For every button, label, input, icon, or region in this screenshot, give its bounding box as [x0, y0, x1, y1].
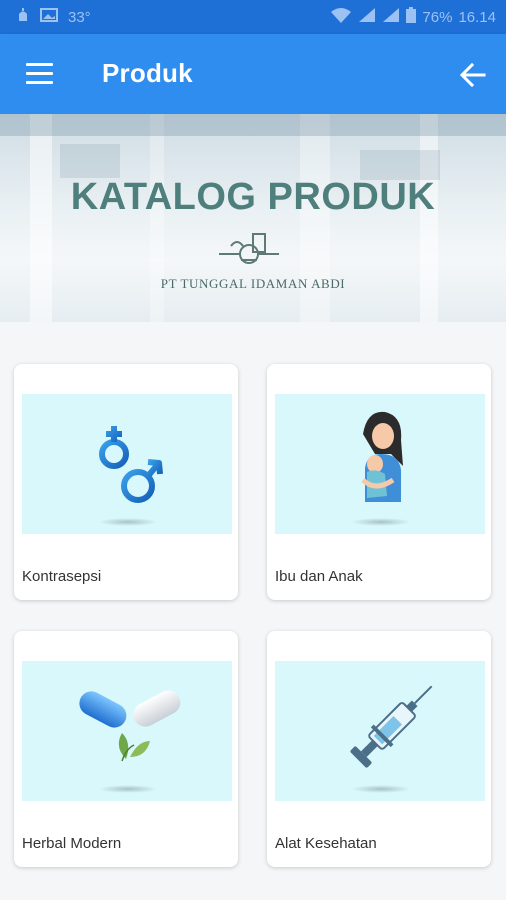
app-bar: Produk — [0, 34, 506, 114]
category-thumbnail — [22, 661, 232, 801]
category-card-ibu-dan-anak[interactable]: Ibu dan Anak — [267, 364, 491, 600]
clock: 16.14 — [458, 8, 496, 26]
temperature-text: 33° — [68, 8, 91, 26]
wifi-icon — [330, 7, 352, 27]
category-thumbnail — [275, 661, 485, 801]
status-bar: 33° 76% 16.14 — [0, 0, 506, 34]
hamburger-icon-line — [26, 81, 53, 84]
category-label: Kontrasepsi — [22, 568, 102, 585]
banner-title: KATALOG PRODUK — [70, 176, 436, 218]
category-thumbnail — [275, 394, 485, 534]
hamburger-icon-line — [26, 63, 53, 66]
capsule-leaf-icon — [79, 690, 181, 762]
battery-icon — [406, 7, 417, 27]
back-button[interactable] — [458, 60, 488, 90]
notification-icon — [16, 7, 30, 27]
category-label: Ibu dan Anak — [275, 568, 363, 585]
company-name: PT TUNGGAL IDAMAN ABDI — [160, 276, 346, 291]
gender-symbols-icon — [99, 426, 163, 503]
mother-child-icon — [361, 411, 403, 502]
page-title: Produk — [102, 58, 193, 88]
category-label: Herbal Modern — [22, 835, 122, 852]
image-icon — [40, 7, 58, 27]
arrow-back-icon — [459, 62, 486, 88]
signal-icon-2 — [382, 7, 400, 27]
syringe-icon — [350, 685, 433, 768]
battery-percent: 76% — [422, 8, 453, 26]
category-card-kontrasepsi[interactable]: Kontrasepsi — [14, 364, 238, 600]
company-logo-icon — [219, 233, 279, 264]
category-card-alat-kesehatan[interactable]: Alat Kesehatan — [267, 631, 491, 867]
hamburger-icon-line — [26, 72, 53, 75]
category-card-herbal-modern[interactable]: Herbal Modern — [14, 631, 238, 867]
signal-icon — [358, 7, 376, 27]
category-label: Alat Kesehatan — [275, 835, 377, 852]
category-thumbnail — [22, 394, 232, 534]
menu-button[interactable] — [26, 63, 54, 85]
catalog-banner: KATALOG PRODUK PT TUNGGAL IDAMAN ABDI — [0, 114, 506, 322]
